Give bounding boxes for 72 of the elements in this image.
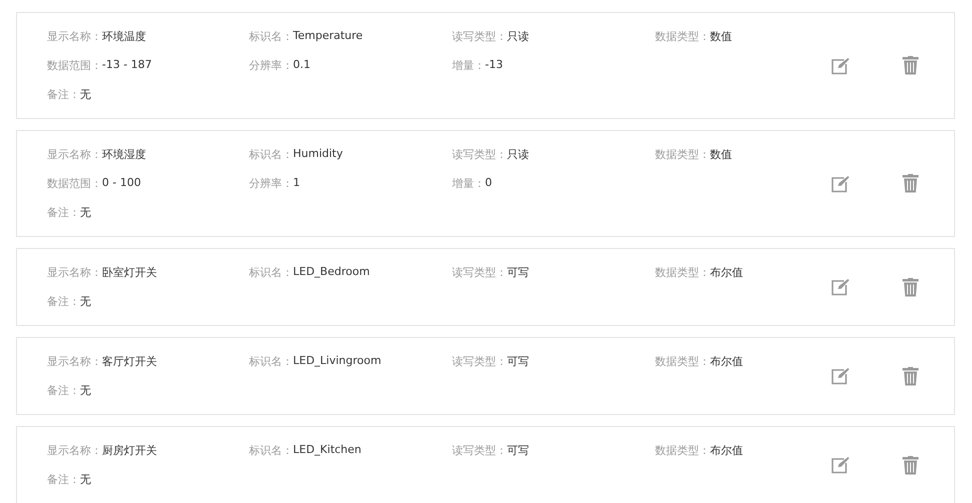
field-label: 显示名称： [47,147,102,162]
field-label: 读写类型： [452,265,507,280]
edit-icon[interactable] [831,174,850,192]
field-value: 0.1 [293,58,310,73]
field-value: 0 - 100 [102,176,141,191]
field-value: 客厅灯开关 [102,354,157,369]
field-value: 无 [80,205,91,220]
trash-icon[interactable] [902,456,919,474]
field-label: 备注： [47,205,80,220]
field-value: 数值 [710,147,732,162]
field-label: 读写类型： [452,29,507,44]
field-value: 数值 [710,29,732,44]
field-value: -13 [485,58,503,73]
field-label: 标识名： [249,147,293,162]
field-label: 数据类型： [655,147,710,162]
field-label: 备注： [47,383,80,398]
field-label: 数据类型： [655,443,710,458]
edit-icon[interactable] [831,456,850,474]
field-label: 读写类型： [452,147,507,162]
field-label: 标识名： [249,265,293,280]
field-value: Temperature [293,29,363,44]
field-value: 卧室灯开关 [102,265,157,280]
field-value: 可写 [507,265,529,280]
field-label: 显示名称： [47,29,102,44]
field-value: 环境温度 [102,29,146,44]
field-value: 无 [80,383,91,398]
field-value: 可写 [507,443,529,458]
field-label: 数据范围： [47,58,102,73]
field-value: 0 [485,176,492,191]
trash-icon[interactable] [902,174,919,193]
field-label: 数据范围： [47,176,102,191]
field-label: 数据类型： [655,265,710,280]
trash-icon[interactable] [902,278,919,296]
edit-icon[interactable] [831,367,850,385]
field-value: 布尔值 [710,265,743,280]
field-value: 无 [80,87,91,102]
field-value: 环境湿度 [102,147,146,162]
trash-icon[interactable] [902,366,919,386]
field-value: 只读 [507,147,529,162]
field-value: 厨房灯开关 [102,443,157,458]
trash-icon[interactable] [902,56,919,75]
field-value: 布尔值 [710,443,743,458]
field-label: 读写类型： [452,354,507,369]
field-label: 数据类型： [655,354,710,369]
field-value: LED_Bedroom [293,265,370,280]
field-value: 无 [80,472,91,487]
field-label: 显示名称： [47,443,102,458]
edit-icon[interactable] [831,56,850,74]
field-label: 标识名： [249,29,293,44]
field-value: 无 [80,294,91,309]
field-label: 分辨率： [249,176,293,191]
field-label: 标识名： [249,443,293,458]
field-label: 分辨率： [249,58,293,73]
field-value: LED_Livingroom [293,354,382,369]
field-value: 布尔值 [710,354,743,369]
field-label: 备注： [47,87,80,102]
field-label: 读写类型： [452,443,507,458]
field-value: 只读 [507,29,529,44]
field-value: 1 [293,176,300,191]
field-label: 增量： [452,176,485,191]
field-label: 备注： [47,294,80,309]
field-label: 备注： [47,472,80,487]
field-label: 标识名： [249,354,293,369]
field-value: Humidity [293,147,343,162]
field-value: LED_Kitchen [293,443,362,458]
field-value: -13 - 187 [102,58,152,73]
field-label: 显示名称： [47,354,102,369]
field-label: 数据类型： [655,29,710,44]
field-label: 增量： [452,58,485,73]
edit-icon[interactable] [831,278,850,296]
field-value: 可写 [507,354,529,369]
field-label: 显示名称： [47,265,102,280]
